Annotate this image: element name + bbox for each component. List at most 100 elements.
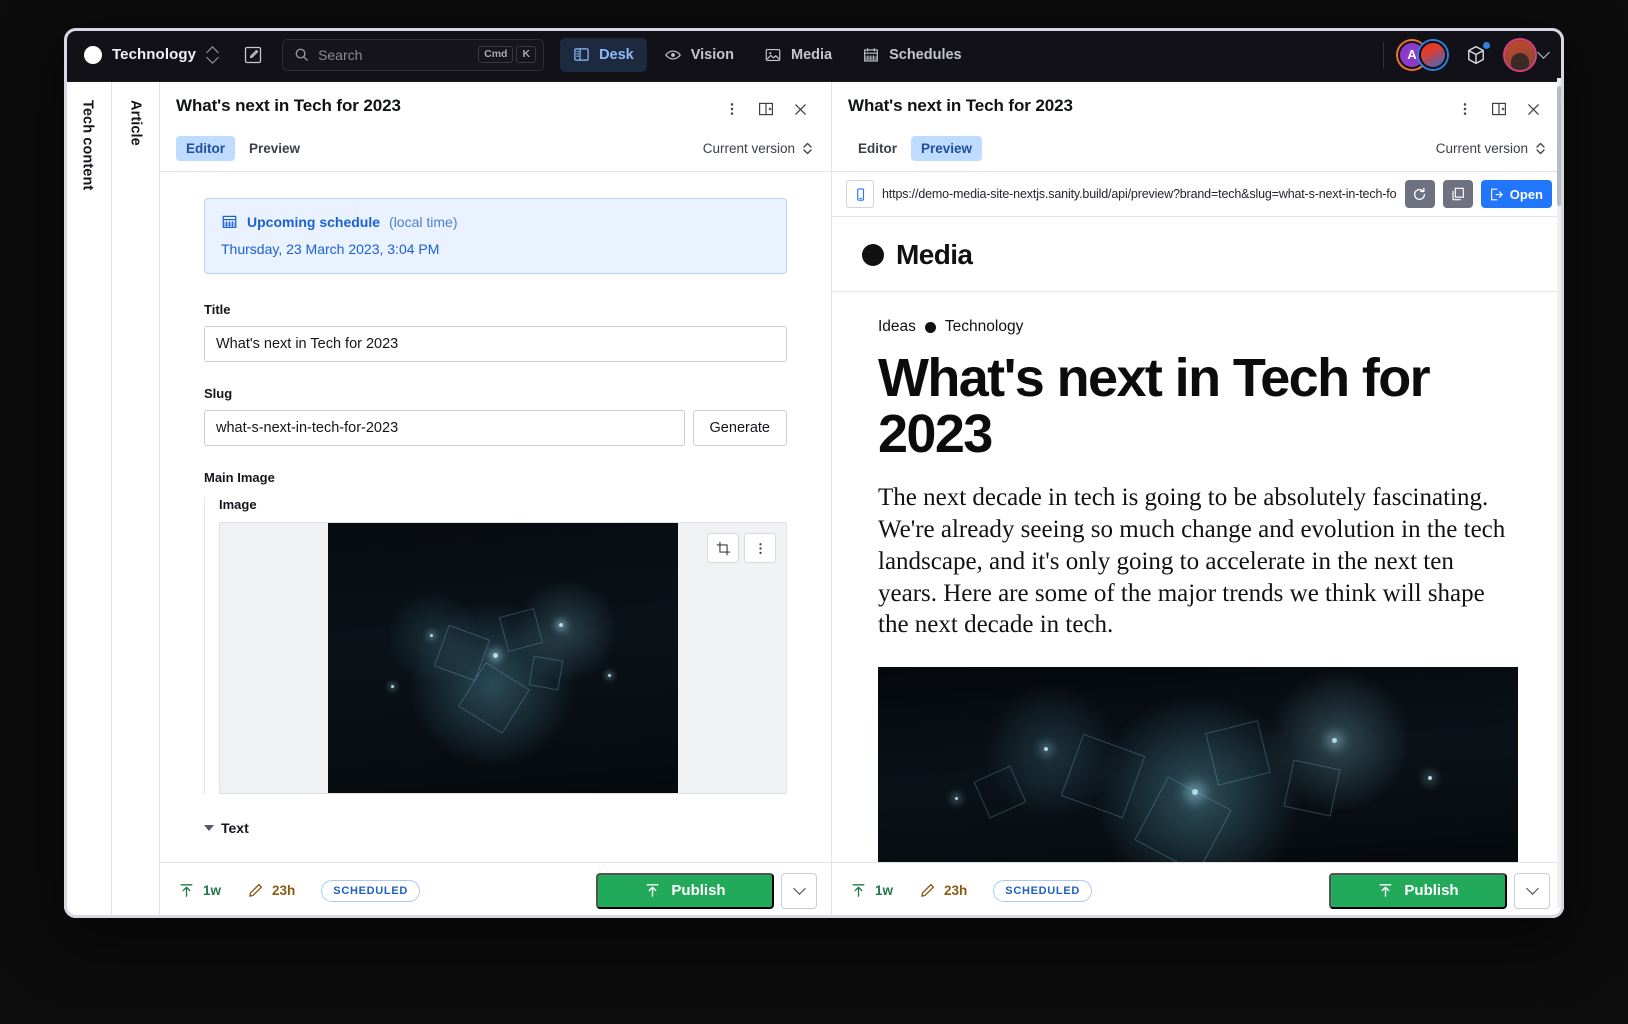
editor-more-button[interactable]: [717, 94, 747, 124]
more-vertical-icon: [730, 103, 734, 115]
page-title: What's next in Tech for 2023: [176, 96, 401, 115]
chevron-down-icon: [1537, 46, 1550, 59]
tab-vision[interactable]: Vision: [651, 38, 747, 72]
crop-image-button[interactable]: [707, 533, 739, 563]
navbar-right: A: [1383, 39, 1552, 70]
window-scrollbar-thumb[interactable]: [1557, 86, 1562, 206]
slug-input[interactable]: what-s-next-in-tech-for-2023: [204, 410, 685, 446]
editor-scroll-area[interactable]: Upcoming schedule (local time) Thursday,…: [160, 172, 831, 862]
edited-status[interactable]: 23h: [247, 882, 295, 899]
workspace-name: Technology: [112, 46, 197, 63]
publish-menu-button[interactable]: [781, 872, 817, 909]
calendar-icon: [864, 47, 878, 62]
editor-publish-group: Publish: [596, 872, 817, 909]
publish-menu-button[interactable]: [1514, 872, 1550, 909]
tab-preview[interactable]: Preview: [911, 136, 983, 161]
article-body: Ideas Technology What's next in Tech for…: [832, 292, 1564, 862]
preview-view-tabs: Editor Preview: [848, 136, 983, 161]
preview-publish-group: Publish: [1329, 872, 1550, 909]
generate-slug-button[interactable]: Generate: [692, 410, 787, 446]
editor-view-tabs: Editor Preview: [176, 136, 310, 161]
image-more-button[interactable]: [744, 533, 776, 563]
studio-window: Technology Search Cmd K Desk Vision Medi…: [64, 28, 1564, 918]
image-thumbnail: [328, 523, 678, 793]
kicker-section[interactable]: Ideas: [878, 318, 916, 336]
published-status[interactable]: 1w: [178, 882, 221, 899]
preview-pane-header: What's next in Tech for 2023 Editor Prev…: [832, 82, 1564, 172]
image-icon: [765, 48, 781, 61]
preview-close-button[interactable]: [1518, 94, 1548, 124]
search-input[interactable]: Search Cmd K: [282, 38, 545, 71]
document-form: Upcoming schedule (local time) Thursday,…: [160, 172, 831, 836]
article-lede: The next decade in tech is going to be a…: [878, 484, 1506, 639]
user-menu[interactable]: [1505, 39, 1550, 70]
compose-button[interactable]: [236, 38, 270, 72]
reload-preview-button[interactable]: [1404, 180, 1435, 208]
banner-datetime: Thursday, 23 March 2023, 3:04 PM: [221, 241, 440, 257]
preview-url[interactable]: https://demo-media-site-nextjs.sanity.bu…: [882, 187, 1397, 201]
kicker-category[interactable]: Technology: [945, 318, 1023, 336]
tab-schedules[interactable]: Schedules: [849, 38, 975, 72]
publish-label: Publish: [671, 882, 726, 899]
editor-close-button[interactable]: [785, 94, 815, 124]
upcoming-schedule-banner: Upcoming schedule (local time) Thursday,…: [204, 198, 787, 274]
tab-desk[interactable]: Desk: [560, 37, 647, 72]
packages-button[interactable]: [1463, 41, 1490, 68]
rail-article[interactable]: Article: [112, 82, 160, 918]
edited-status[interactable]: 23h: [919, 882, 967, 899]
image-preview[interactable]: [219, 522, 787, 794]
published-ago: 1w: [203, 883, 222, 898]
compose-pencil-icon: [244, 46, 262, 63]
search-placeholder: Search: [318, 46, 363, 63]
edit-pencil-icon: [249, 883, 263, 897]
workspace-switcher[interactable]: Technology: [78, 42, 226, 68]
title-input[interactable]: What's next in Tech for 2023: [204, 326, 787, 362]
status-badge: SCHEDULED: [321, 879, 421, 902]
preview-split-pane-button[interactable]: [1484, 94, 1514, 124]
banner-title: Upcoming schedule: [247, 213, 381, 230]
close-icon: [1527, 103, 1539, 115]
chevron-updown-icon: [206, 46, 220, 64]
presence-avatars[interactable]: A: [1398, 40, 1447, 69]
publish-arrow-up-icon: [852, 884, 865, 897]
publish-button[interactable]: Publish: [596, 872, 774, 909]
rail-tech-content[interactable]: Tech content: [64, 82, 112, 918]
text-section-toggle[interactable]: Text: [204, 820, 787, 836]
tab-preview[interactable]: Preview: [239, 136, 310, 161]
tab-schedules-label: Schedules: [889, 46, 962, 63]
search-shortcut: Cmd K: [478, 46, 537, 63]
image-label: Image: [219, 497, 257, 512]
more-vertical-icon: [758, 542, 762, 554]
tab-desk-label: Desk: [599, 46, 634, 63]
chevron-down-icon: [1525, 882, 1539, 895]
tab-media[interactable]: Media: [751, 38, 845, 72]
tab-editor[interactable]: Editor: [848, 136, 907, 161]
editor-version-selector[interactable]: Current version: [703, 141, 815, 156]
status-badge: SCHEDULED: [993, 879, 1093, 902]
publish-arrow-up-icon: [180, 884, 193, 897]
split-pane-icon: [1491, 102, 1507, 116]
tab-editor[interactable]: Editor: [176, 136, 235, 161]
black-circle-logo: [862, 244, 884, 266]
copy-url-button[interactable]: [1442, 180, 1473, 208]
text-section-label: Text: [221, 820, 249, 836]
preview-more-button[interactable]: [1450, 94, 1480, 124]
triangle-down-icon: [204, 825, 214, 831]
tab-vision-label: Vision: [690, 46, 734, 63]
editor-footer: 1w 23h SCHEDULED Publish: [160, 862, 831, 918]
publish-button[interactable]: Publish: [1329, 872, 1507, 909]
chevron-updown-icon: [1536, 142, 1545, 155]
preview-iframe[interactable]: Media Ideas Technology What's next in Te…: [832, 217, 1564, 862]
article-headline: What's next in Tech for 2023: [878, 348, 1431, 465]
site-name: Media: [896, 239, 973, 270]
device-toggle-button[interactable]: [846, 180, 874, 208]
open-preview-button[interactable]: Open: [1480, 180, 1552, 208]
main-image-field: Main Image Image: [204, 470, 787, 794]
chevron-down-icon: [792, 882, 806, 895]
presence-avatar-b[interactable]: [1419, 40, 1447, 69]
preview-version-selector[interactable]: Current version: [1436, 141, 1548, 156]
eye-icon: [664, 49, 681, 60]
editor-split-pane-button[interactable]: [751, 94, 781, 124]
published-status[interactable]: 1w: [850, 882, 893, 899]
close-icon: [794, 103, 806, 115]
